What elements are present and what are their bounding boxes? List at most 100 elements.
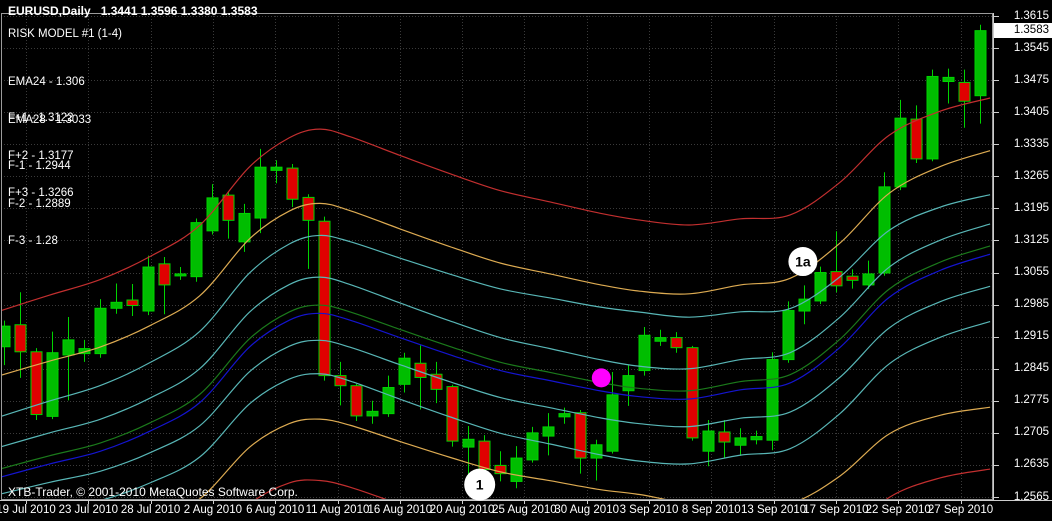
price-axis[interactable]: 1.3615 1.3545 1.3475 1.3405 1.3335 1.3265 1.31… xyxy=(994,0,1052,503)
candle-body-down xyxy=(846,275,859,281)
candle-body-up xyxy=(702,430,715,452)
candle-body-down xyxy=(350,385,363,417)
candle-body-up xyxy=(206,197,219,232)
candle-body-up xyxy=(110,301,123,309)
price-axis-label: 1.2985 xyxy=(1013,298,1049,311)
price-axis-label: 1.3125 xyxy=(1013,233,1049,246)
candle-body-up xyxy=(254,166,267,219)
f-minus-1-label: F-1 - 1.2944 xyxy=(8,160,71,172)
candle-body-up xyxy=(590,444,603,459)
candle-body-up xyxy=(926,75,939,160)
F-1-cyan-band xyxy=(1,285,991,495)
candle-body-up xyxy=(510,457,523,482)
candle-body-down xyxy=(670,337,683,349)
price-axis-label: 1.3615 xyxy=(1013,9,1049,22)
date-axis-label: 23 Jul 2010 xyxy=(58,504,119,516)
candle-body-up xyxy=(638,334,651,372)
candle-body-down xyxy=(158,263,171,286)
date-axis-label: 27 Sep 2010 xyxy=(927,504,994,516)
date-axis-label: 17 Sep 2010 xyxy=(803,504,869,516)
candle-body-down xyxy=(718,431,731,443)
indicator-title: RISK MODEL #1 (1-4) xyxy=(8,28,122,40)
candle-body-up xyxy=(734,437,747,446)
price-axis-label: 1.2635 xyxy=(1013,458,1049,471)
f-minus-3-label: F-3 - 1.28 xyxy=(8,235,58,247)
price-axis-label: 1.3335 xyxy=(1013,137,1049,150)
date-axis-label: 25 Aug 2010 xyxy=(492,504,557,516)
price-axis-label: 1.2845 xyxy=(1013,362,1049,375)
symbol-title-bar: EURUSD,Daily 1.3441 1.3596 1.3380 1.3583 xyxy=(8,5,268,18)
candle-body-up xyxy=(558,413,571,418)
price-axis-label: 1.2915 xyxy=(1013,330,1049,343)
candle-body-up xyxy=(270,166,283,171)
date-axis-label: 16 Aug 2010 xyxy=(367,504,433,516)
candle-body-up xyxy=(974,30,987,97)
candle-body-down xyxy=(958,81,971,102)
candle-body-up xyxy=(814,272,827,302)
candle-body-up xyxy=(542,426,555,437)
candle-body-up xyxy=(878,186,891,274)
balloon-marker-label: 1a xyxy=(795,254,811,270)
candle-body-up xyxy=(622,375,635,392)
price-axis-label: 1.3055 xyxy=(1013,266,1049,279)
candle-body-up xyxy=(382,387,395,415)
magenta-dot-marker xyxy=(591,368,611,388)
candle-body-up xyxy=(46,352,59,417)
candle-body-up xyxy=(142,266,155,312)
candle-body-up xyxy=(462,438,475,448)
candle-body-up xyxy=(798,298,811,312)
balloon-marker-label: 1 xyxy=(476,477,484,493)
candle-body-down xyxy=(222,194,235,221)
candle-body-up xyxy=(942,76,955,83)
ohlc-values-label: 1.3441 1.3596 1.3380 1.3583 xyxy=(100,4,258,18)
candle-body-up xyxy=(654,337,667,342)
candlestick-chart-canvas[interactable]: 1 1a xyxy=(0,0,1052,521)
price-axis-label: 1.2775 xyxy=(1013,394,1049,407)
current-price-tag: 1.3583 xyxy=(994,23,1052,39)
date-axis-label: 6 Aug 2010 xyxy=(246,504,305,516)
candle-body-up xyxy=(366,410,379,417)
f-minus-values-block: F-1 - 1.2944 F-2 - 1.2889 F-3 - 1.28 xyxy=(8,135,71,273)
date-axis-label: 11 Aug 2010 xyxy=(305,504,370,516)
date-axis-label: 28 Jul 2010 xyxy=(120,504,181,516)
date-axis-label: 22 Sep 2010 xyxy=(865,504,931,516)
price-axis-label: 1.3265 xyxy=(1013,169,1049,182)
candle-body-down xyxy=(686,347,699,439)
date-axis-label: 13 Sep 2010 xyxy=(740,504,807,516)
price-axis-label: 1.3195 xyxy=(1013,201,1049,214)
candle-body-down xyxy=(302,196,315,221)
candle-body-up xyxy=(526,432,539,461)
candle-body-up xyxy=(62,339,75,356)
candle-body-up xyxy=(238,212,251,243)
f-plus-1-label: F+1 - 1.3122 xyxy=(8,112,74,124)
f-minus-2-label: F-2 - 1.2889 xyxy=(8,197,71,210)
candle-body-down xyxy=(830,271,843,287)
candle-body-up xyxy=(750,436,763,441)
candle-body-down xyxy=(910,118,923,160)
price-axis-label: 1.2705 xyxy=(1013,426,1049,439)
date-axis-label: 19 Jul 2010 xyxy=(0,504,56,516)
price-axis-label: 1.3475 xyxy=(1013,73,1049,86)
price-axis-label: 1.3545 xyxy=(1013,41,1049,54)
candle-body-up xyxy=(174,273,187,277)
price-axis-label: 1.3405 xyxy=(1013,105,1049,118)
platform-copyright-label: XTB-Trader, © 2001-2010 MetaQuotes Softw… xyxy=(8,485,298,499)
candle-body-up xyxy=(398,357,411,385)
date-axis-label: 2 Aug 2010 xyxy=(183,504,242,516)
trading-chart-window: 1 1a EURUSD,Daily 1.3441 1.3596 1.3380 1.3… xyxy=(0,0,1052,521)
symbol-timeframe-label: EURUSD,Daily xyxy=(8,4,91,18)
candle-body-down xyxy=(126,299,139,307)
date-axis-label: 30 Aug 2010 xyxy=(554,504,619,516)
date-axis-label: 8 Sep 2010 xyxy=(681,504,741,516)
date-axis-label: 20 Aug 2010 xyxy=(429,504,495,516)
candle-body-down xyxy=(318,220,331,377)
date-axis-label: 3 Sep 2010 xyxy=(619,504,679,516)
candles-layer xyxy=(1,24,987,489)
candle-body-down xyxy=(446,386,459,442)
candle-body-up xyxy=(766,359,779,441)
candle-body-down xyxy=(478,440,491,471)
candle-body-down xyxy=(14,324,27,353)
time-axis[interactable]: 19 Jul 2010 23 Jul 2010 28 Jul 2010 2 Aug 2… xyxy=(0,501,1052,521)
candle-body-down xyxy=(286,167,299,200)
candle-body-up xyxy=(606,394,619,452)
